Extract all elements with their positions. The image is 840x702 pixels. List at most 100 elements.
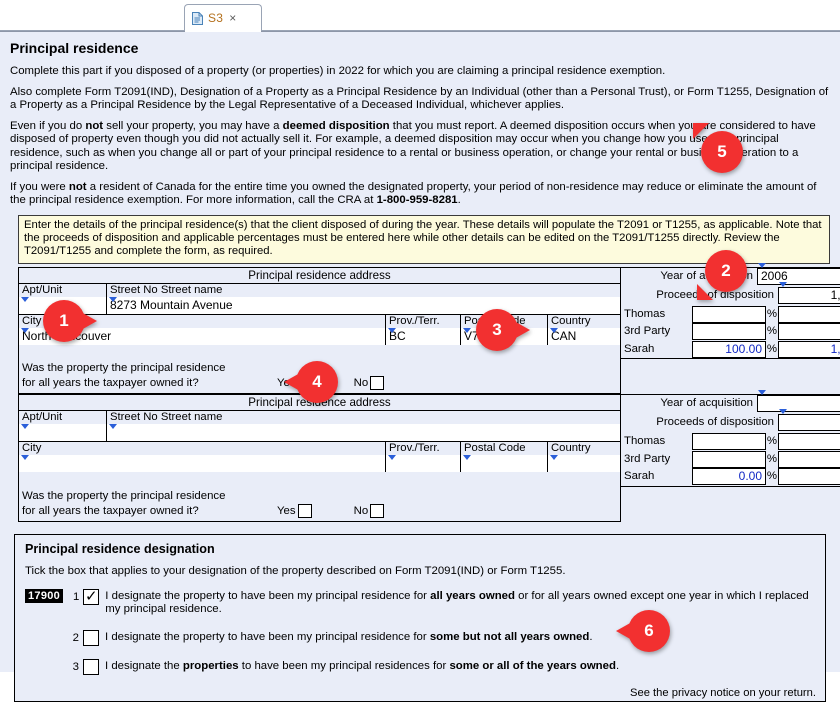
- owner-amount-input[interactable]: 0: [778, 468, 840, 486]
- no-option[interactable]: No: [354, 376, 385, 393]
- owner-amount-input[interactable]: 0: [778, 323, 840, 341]
- designation-options: 17900 1 ✓ I designate the property to ha…: [25, 588, 815, 675]
- percent-symbol: %: [766, 452, 778, 465]
- owner-percent-input[interactable]: [692, 450, 766, 468]
- proceeds-label: Proceeds of disposition: [656, 416, 774, 429]
- year-of-acquisition-input[interactable]: [757, 395, 840, 413]
- yes-option[interactable]: Yes: [277, 503, 312, 521]
- year-of-acquisition-input[interactable]: 2006: [757, 267, 840, 285]
- dropdown-arrow-icon[interactable]: [21, 455, 29, 461]
- document-icon: [192, 11, 203, 25]
- owner-name: 3rd Party: [624, 452, 671, 465]
- dropdown-arrow-icon[interactable]: [21, 296, 29, 302]
- street-input[interactable]: [107, 424, 620, 442]
- prov-cell: Prov./Terr. BC: [386, 314, 461, 345]
- option-checkbox[interactable]: [83, 658, 99, 675]
- percent-symbol: %: [766, 470, 778, 483]
- tab-s3[interactable]: S3 ×: [184, 4, 262, 32]
- close-icon[interactable]: ×: [229, 12, 236, 24]
- principal-residence-question: Was the property the principal residence…: [18, 486, 621, 522]
- option-text: I designate the properties to have been …: [105, 659, 620, 672]
- marker-label: 2: [705, 250, 747, 292]
- dropdown-arrow-icon[interactable]: [21, 424, 29, 430]
- percent-symbol: %: [766, 342, 778, 355]
- annotation-marker-5: 5: [693, 123, 743, 173]
- annotation-marker-6: 6: [616, 610, 670, 652]
- postal-input[interactable]: [461, 455, 547, 473]
- dropdown-arrow-icon[interactable]: [463, 327, 471, 333]
- prov-label: Prov./Terr.: [386, 314, 460, 328]
- apt-unit-label: Apt/Unit: [19, 283, 106, 297]
- option-checkbox[interactable]: [83, 629, 99, 646]
- owner-name: 3rd Party: [624, 325, 671, 338]
- designation-option[interactable]: 3 I designate the properties to have bee…: [25, 658, 815, 675]
- no-checkbox[interactable]: [370, 376, 385, 391]
- intro-paragraph: Also complete Form T2091(IND), Designati…: [10, 85, 829, 112]
- form-page: Principal residence Complete this part i…: [0, 31, 840, 702]
- tab-strip: S3 ×: [0, 0, 840, 32]
- owner-percent-input[interactable]: 0.00: [692, 468, 766, 486]
- owner-percent-input[interactable]: [692, 433, 766, 451]
- owner-percent-input[interactable]: 100.00: [692, 340, 766, 358]
- prov-cell: Prov./Terr.: [386, 442, 461, 473]
- apt-unit-cell: Apt/Unit: [19, 411, 107, 442]
- country-cell: Country: [548, 442, 620, 473]
- owner-percent-input[interactable]: [692, 323, 766, 341]
- yes-checkbox[interactable]: [297, 503, 312, 518]
- owner-amount-input[interactable]: 0: [778, 450, 840, 468]
- question-text: Was the property the principal residence…: [22, 489, 226, 517]
- prov-input[interactable]: [386, 455, 460, 473]
- apt-unit-input[interactable]: [19, 424, 106, 442]
- country-cell: Country CAN: [548, 314, 620, 345]
- proceeds-input[interactable]: 1,500,000: [778, 286, 840, 304]
- owner-percent-input[interactable]: [692, 305, 766, 323]
- city-cell: City: [19, 442, 386, 473]
- owner-amount-input[interactable]: 0: [778, 433, 840, 451]
- owner-name: Sarah: [624, 342, 655, 355]
- option-text: I designate the property to have been my…: [105, 630, 593, 643]
- no-checkbox[interactable]: [370, 503, 385, 518]
- option-text: I designate the property to have been my…: [105, 589, 809, 616]
- apt-unit-label: Apt/Unit: [19, 411, 106, 425]
- option-number: 1: [72, 590, 80, 603]
- dropdown-arrow-icon[interactable]: [388, 327, 396, 333]
- prov-input[interactable]: BC: [386, 327, 460, 345]
- dropdown-arrow-icon[interactable]: [463, 455, 471, 461]
- percent-symbol: %: [766, 307, 778, 320]
- city-label: City: [19, 442, 385, 456]
- no-label: No: [353, 504, 369, 517]
- owner-amount-input[interactable]: 0: [778, 305, 840, 323]
- dropdown-arrow-icon[interactable]: [388, 455, 396, 461]
- country-input[interactable]: [548, 455, 620, 473]
- proceeds-input[interactable]: [778, 414, 840, 432]
- street-cell: Street No Street name 8273 Mountain Aven…: [107, 283, 620, 314]
- country-label: Country: [548, 314, 620, 328]
- marker-tail: [697, 284, 713, 300]
- intro-paragraph: Complete this part if you disposed of a …: [10, 65, 666, 77]
- owner-name: Thomas: [624, 435, 666, 448]
- designation-title: Principal residence designation: [25, 541, 215, 556]
- owner-row: Sarah 100.00 % 1,500,000 00: [621, 340, 840, 359]
- dropdown-arrow-icon[interactable]: [550, 455, 558, 461]
- street-cell: Street No Street name: [107, 411, 620, 442]
- owner-name: Sarah: [624, 470, 655, 483]
- dropdown-arrow-icon[interactable]: [21, 327, 29, 333]
- owner-row: 3rd Party % 0 00: [621, 323, 840, 341]
- designation-option[interactable]: 2 I designate the property to have been …: [25, 629, 815, 646]
- address-table: Principal residence address Apt/Unit Str…: [18, 394, 621, 487]
- country-input[interactable]: CAN: [548, 327, 620, 345]
- dropdown-arrow-icon[interactable]: [550, 327, 558, 333]
- city-input[interactable]: [19, 455, 385, 473]
- street-input[interactable]: 8273 Mountain Avenue: [107, 296, 620, 314]
- dropdown-arrow-icon[interactable]: [109, 424, 117, 430]
- owner-row: Sarah 0.00 % 0 00: [621, 468, 840, 486]
- option-checkbox[interactable]: ✓: [83, 588, 100, 605]
- marker-label: 4: [296, 361, 338, 403]
- no-option[interactable]: No: [353, 503, 385, 521]
- dropdown-arrow-icon[interactable]: [109, 296, 117, 302]
- address-table-title: Principal residence address: [19, 267, 620, 284]
- owner-amount-input[interactable]: 1,500,000: [778, 340, 840, 358]
- street-label: Street No Street name: [107, 283, 620, 297]
- designation-option[interactable]: 17900 1 ✓ I designate the property to ha…: [25, 588, 815, 617]
- tab-label: S3: [208, 11, 224, 25]
